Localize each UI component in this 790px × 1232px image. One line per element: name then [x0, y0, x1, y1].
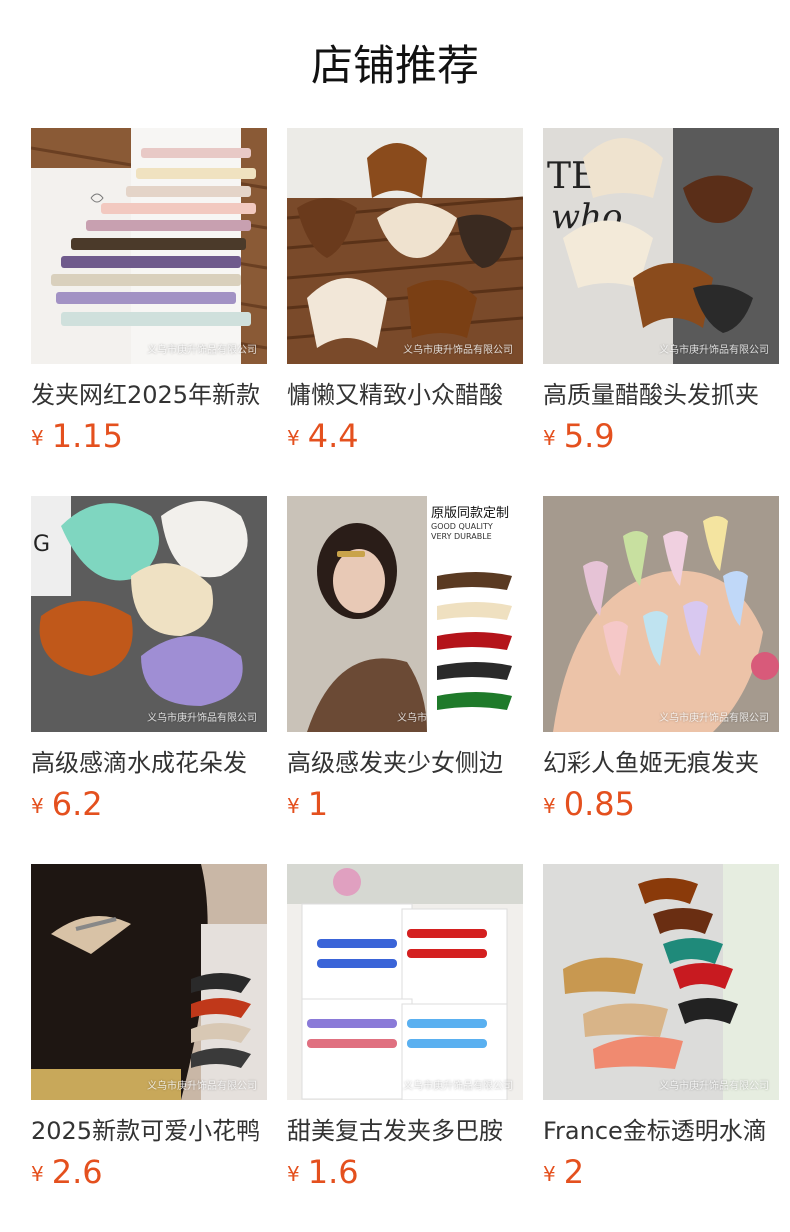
price-value: 2.6: [51, 1153, 103, 1191]
image-watermark: 义乌市庚升饰品有限公司: [403, 345, 513, 356]
product-image[interactable]: G 义乌市庚升饰品有限公司: [31, 496, 267, 732]
image-watermark: 义乌市庚升饰品有限公司: [147, 1081, 257, 1092]
product-card[interactable]: 义乌市庚升饰品有限公司 甜美复古发夹多巴胺 ¥1.6: [287, 864, 523, 1232]
product-name[interactable]: France金标透明水滴: [543, 1114, 779, 1148]
product-name[interactable]: 发夹网红2025年新款: [31, 378, 267, 412]
product-name[interactable]: 2025新款可爱小花鸭: [31, 1114, 267, 1148]
product-name[interactable]: 甜美复古发夹多巴胺: [287, 1114, 523, 1148]
product-price: ¥2.6: [31, 1152, 267, 1192]
price-value: 5.9: [563, 417, 615, 455]
price-value: 4.4: [307, 417, 359, 455]
product-price: ¥5.9: [543, 416, 779, 456]
image-watermark: 义乌市: [397, 713, 427, 724]
price-value: 2: [563, 1153, 585, 1191]
currency-symbol: ¥: [31, 1162, 44, 1186]
image-watermark: 义乌市庚升饰品有限公司: [659, 713, 769, 724]
product-name[interactable]: 高质量醋酸头发抓夹: [543, 378, 779, 412]
product-image[interactable]: 义乌市庚升饰品有限公司: [287, 864, 523, 1100]
product-price: ¥6.2: [31, 784, 267, 824]
price-value: 6.2: [51, 785, 103, 823]
currency-symbol: ¥: [543, 426, 556, 450]
product-image[interactable]: 义乌市庚升饰品有限公司: [31, 864, 267, 1100]
image-watermark: 义乌市庚升饰品有限公司: [403, 1081, 513, 1092]
poster-sub-line2: VERY DURABLE: [431, 532, 492, 541]
price-value: 0.85: [563, 785, 635, 823]
product-image[interactable]: TER who 义乌市庚升饰品有限公司: [543, 128, 779, 364]
product-card[interactable]: G 义乌市庚升饰品有限公司 高级感滴水成花朵发 ¥6.2: [31, 496, 267, 864]
price-value: 1.15: [51, 417, 123, 455]
page-title: 店铺推荐: [310, 41, 479, 90]
product-grid: 义乌市庚升饰品有限公司 发夹网红2025年新款 ¥1.15 义乌市庚升饰品有限公…: [31, 128, 779, 1232]
price-value: 1: [307, 785, 329, 823]
price-value: 1.6: [307, 1153, 359, 1191]
product-price: ¥1: [287, 784, 523, 824]
product-card[interactable]: 义乌市庚升饰品有限公司 发夹网红2025年新款 ¥1.15: [31, 128, 267, 496]
currency-symbol: ¥: [287, 426, 300, 450]
currency-symbol: ¥: [543, 1162, 556, 1186]
currency-symbol: ¥: [543, 794, 556, 818]
product-image[interactable]: 义乌市庚升饰品有限公司: [543, 864, 779, 1100]
product-image[interactable]: 原版同款定制 GOOD QUALITY VERY DURABLE 义乌市: [287, 496, 523, 732]
product-price: ¥4.4: [287, 416, 523, 456]
product-card[interactable]: 义乌市庚升饰品有限公司 2025新款可爱小花鸭 ¥2.6: [31, 864, 267, 1232]
product-image[interactable]: 义乌市庚升饰品有限公司: [287, 128, 523, 364]
product-name[interactable]: 高级感滴水成花朵发: [31, 746, 267, 780]
product-price: ¥1.6: [287, 1152, 523, 1192]
currency-symbol: ¥: [31, 426, 44, 450]
product-price: ¥2: [543, 1152, 779, 1192]
product-card[interactable]: 义乌市庚升饰品有限公司 France金标透明水滴 ¥2: [543, 864, 779, 1232]
product-name[interactable]: 慵懒又精致小众醋酸: [287, 378, 523, 412]
currency-symbol: ¥: [287, 1162, 300, 1186]
product-card[interactable]: TER who 义乌市庚升饰品有限公司 高质量醋酸头发抓夹 ¥5.9: [543, 128, 779, 496]
poster-subtitle: GOOD QUALITY VERY DURABLE: [431, 522, 493, 542]
image-watermark: 义乌市庚升饰品有限公司: [659, 345, 769, 356]
poster-sub-line1: GOOD QUALITY: [431, 522, 493, 531]
svg-text:G: G: [33, 532, 50, 557]
image-watermark: 义乌市庚升饰品有限公司: [147, 345, 257, 356]
product-price: ¥1.15: [31, 416, 267, 456]
product-image[interactable]: 义乌市庚升饰品有限公司: [31, 128, 267, 364]
poster-title: 原版同款定制: [431, 506, 510, 521]
currency-symbol: ¥: [287, 794, 300, 818]
product-card[interactable]: 义乌市庚升饰品有限公司 慵懒又精致小众醋酸 ¥4.4: [287, 128, 523, 496]
image-watermark: 义乌市庚升饰品有限公司: [147, 713, 257, 724]
product-image[interactable]: 义乌市庚升饰品有限公司: [543, 496, 779, 732]
product-name[interactable]: 高级感发夹少女侧边: [287, 746, 523, 780]
product-name[interactable]: 幻彩人鱼姬无痕发夹: [543, 746, 779, 780]
product-card[interactable]: 原版同款定制 GOOD QUALITY VERY DURABLE 义乌市 高级感…: [287, 496, 523, 864]
product-card[interactable]: 义乌市庚升饰品有限公司 幻彩人鱼姬无痕发夹 ¥0.85: [543, 496, 779, 864]
product-price: ¥0.85: [543, 784, 779, 824]
image-watermark: 义乌市庚升饰品有限公司: [659, 1081, 769, 1092]
currency-symbol: ¥: [31, 794, 44, 818]
